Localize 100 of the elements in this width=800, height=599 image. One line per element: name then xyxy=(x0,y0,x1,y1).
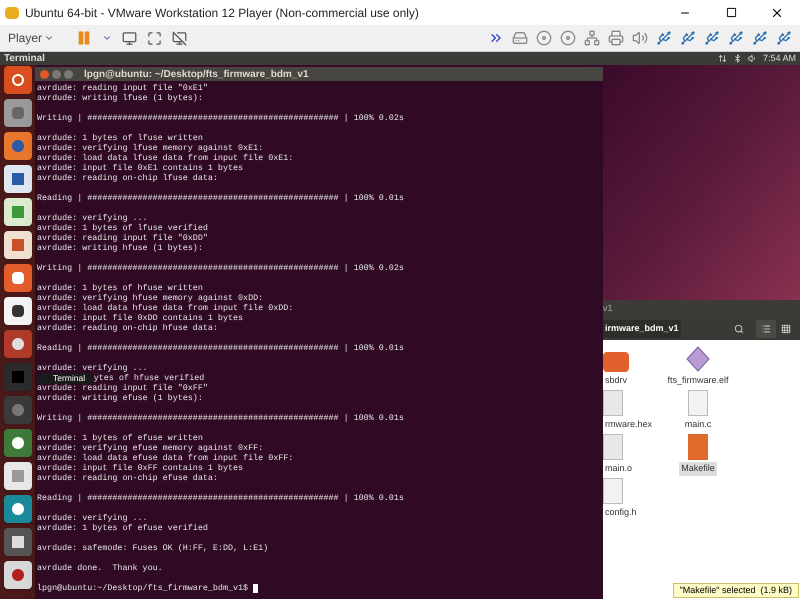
output-line: avrdude: input file 0xFF contains 1 bytes xyxy=(37,463,244,473)
output-line: avrdude done. Thank you. xyxy=(37,563,163,573)
output-line: avrdude: reading on-chip efuse data: xyxy=(37,473,218,483)
clock[interactable]: 7:54 AM xyxy=(762,52,796,65)
monitor-icon[interactable] xyxy=(122,30,138,46)
file-name: sbdrv xyxy=(604,374,628,387)
disc-icon[interactable] xyxy=(536,30,552,46)
network-icon[interactable] xyxy=(718,54,727,63)
output-line: avrdude: verifying ... xyxy=(37,513,148,523)
usb-icon[interactable] xyxy=(752,30,768,46)
output-line: Writing | ################################################## | 100% 0.01s xyxy=(37,413,404,423)
output-line: avrdude: load data efuse data from input file 0xFF: xyxy=(37,453,294,463)
usb-icon[interactable] xyxy=(776,30,792,46)
output-line: avrdude: writing efuse (1 bytes): xyxy=(37,393,203,403)
output-line: avrdude: verifying ... xyxy=(37,363,148,373)
output-line: avrdude: input file 0xE1 contains 1 bytes xyxy=(37,163,244,173)
monitor-off-icon[interactable] xyxy=(172,30,188,46)
player-menu[interactable]: Player xyxy=(8,29,54,47)
fullscreen-icon[interactable] xyxy=(147,30,162,46)
file-item[interactable]: main.o xyxy=(603,432,653,476)
app-launcher-icon[interactable] xyxy=(4,330,32,358)
file-name: Makefile xyxy=(679,462,717,476)
document-icon xyxy=(603,478,623,504)
app-launcher-icon[interactable] xyxy=(4,66,32,94)
document-icon xyxy=(688,434,708,460)
output-line: avrdude: reading input file "0xFF" xyxy=(37,383,208,393)
grid-icon xyxy=(781,324,791,334)
app-launcher-icon[interactable] xyxy=(4,231,32,259)
file-name: rmware.hex xyxy=(604,418,654,431)
output-line: Reading | ################################################## | 100% 0.01s xyxy=(37,193,404,203)
app-icon xyxy=(5,6,19,18)
tooltip: Terminal xyxy=(37,372,94,384)
app-launcher-icon[interactable] xyxy=(4,297,32,325)
hard-drive-icon[interactable] xyxy=(512,30,528,46)
search-icon[interactable] xyxy=(734,324,744,334)
file-item[interactable]: main.c xyxy=(653,388,743,432)
output-line: Reading | ################################################## | 100% 0.01s xyxy=(37,343,404,353)
app-launcher-icon[interactable] xyxy=(4,462,32,490)
disc-icon[interactable] xyxy=(560,30,576,46)
maximize-icon xyxy=(726,7,736,18)
close-button[interactable] xyxy=(40,70,49,78)
output-line: avrdude: writing hfuse (1 bytes): xyxy=(37,243,203,253)
document-icon xyxy=(688,390,708,416)
output-line: avrdude: 1 bytes of efuse verified xyxy=(37,523,208,533)
output-line: avrdude: load data lfuse data from input file 0xE1: xyxy=(37,153,294,163)
output-line: avrdude: 1 bytes of lfuse written xyxy=(37,133,203,143)
file-item[interactable]: rmware.hex xyxy=(603,388,653,432)
file-name: config.h xyxy=(604,506,638,519)
output-line: avrdude: input file 0xDD contains 1 bytes xyxy=(37,313,244,323)
list-view-button[interactable] xyxy=(756,320,776,338)
app-launcher-icon[interactable] xyxy=(4,429,32,457)
app-launcher-icon[interactable] xyxy=(4,561,32,589)
file-name: fts_firmware.elf xyxy=(666,374,730,387)
output-line: Writing | ################################################## | 100% 0.02s xyxy=(37,263,404,273)
output-line: avrdude: reading on-chip lfuse data: xyxy=(37,173,218,183)
prompt: lpgn@ubuntu:~/Desktop/fts_firmware_bdm_v1$ xyxy=(37,583,250,593)
diamond-file-icon xyxy=(686,346,710,372)
app-launcher-icon[interactable] xyxy=(4,198,32,226)
output-line: avrdude: safemode: Fuses OK (H:FF, E:DD, L:E1) xyxy=(37,543,268,553)
path-button[interactable]: irmware_bdm_v1 xyxy=(603,320,681,338)
output-line: avrdude: verifying hfuse memory against 0xDD: xyxy=(37,293,264,303)
usb-icon[interactable] xyxy=(680,30,696,46)
file-item[interactable]: fts_firmware.elf xyxy=(653,344,743,388)
bluetooth-icon[interactable] xyxy=(732,54,742,63)
status-bar: "Makefile" selected (1.9 kB) xyxy=(672,582,799,598)
output-line: avrdude: verifying efuse memory against 0xFF: xyxy=(37,443,264,453)
panel-app-title: Terminal xyxy=(4,52,45,65)
file-name: main.c xyxy=(684,418,712,431)
window-title: Ubuntu 64-bit - VMware Workstation 12 Player (Non-commercial use only) xyxy=(25,4,419,22)
output-line: ytes of hfuse verified xyxy=(94,373,204,383)
app-launcher-icon[interactable] xyxy=(4,264,32,292)
output-line: Reading | ################################################## | 100% 0.01s xyxy=(37,493,404,503)
file-item[interactable]: config.h xyxy=(603,476,653,520)
app-launcher-icon[interactable] xyxy=(4,165,32,193)
file-name: main.o xyxy=(604,462,634,475)
file-manager-title: v1 xyxy=(603,302,613,315)
usb-icon[interactable] xyxy=(704,30,720,46)
cursor xyxy=(253,584,258,592)
file-item[interactable]: sbdrv xyxy=(603,344,653,388)
terminal-title: lpgn@ubuntu: ~/Desktop/fts_firmware_bdm_v1 xyxy=(84,68,309,82)
output-line: avrdude: verifying lfuse memory against 0xE1: xyxy=(37,143,264,153)
document-icon xyxy=(603,390,623,416)
speaker-icon[interactable] xyxy=(632,30,648,46)
output-line: avrdude: reading input file "0xDD" xyxy=(37,233,208,243)
output-line: avrdude: load data hfuse data from input file 0xDD: xyxy=(37,303,294,313)
output-line: Writing | ################################################## | 100% 0.02s xyxy=(37,113,404,123)
app-launcher-icon[interactable] xyxy=(4,495,32,523)
file-item[interactable]: Makefile xyxy=(653,432,743,476)
output-line: avrdude: verifying ... xyxy=(37,213,148,223)
output-line: avrdude: reading input file "0xE1" xyxy=(37,83,208,93)
folder-icon xyxy=(603,352,629,372)
app-launcher-icon[interactable] xyxy=(4,528,32,556)
printer-icon[interactable] xyxy=(608,30,624,46)
usb-icon[interactable] xyxy=(728,30,744,46)
output-line: avrdude: reading on-chip hfuse data: xyxy=(37,323,218,333)
output-line: avrdude: 1 bytes of hfuse written xyxy=(37,283,203,293)
output-line: avrdude: 1 bytes of lfuse verified xyxy=(37,223,208,233)
usb-icon[interactable] xyxy=(656,30,672,46)
volume-icon[interactable] xyxy=(748,54,757,63)
output-line: avrdude: writing lfuse (1 bytes): xyxy=(37,93,203,103)
